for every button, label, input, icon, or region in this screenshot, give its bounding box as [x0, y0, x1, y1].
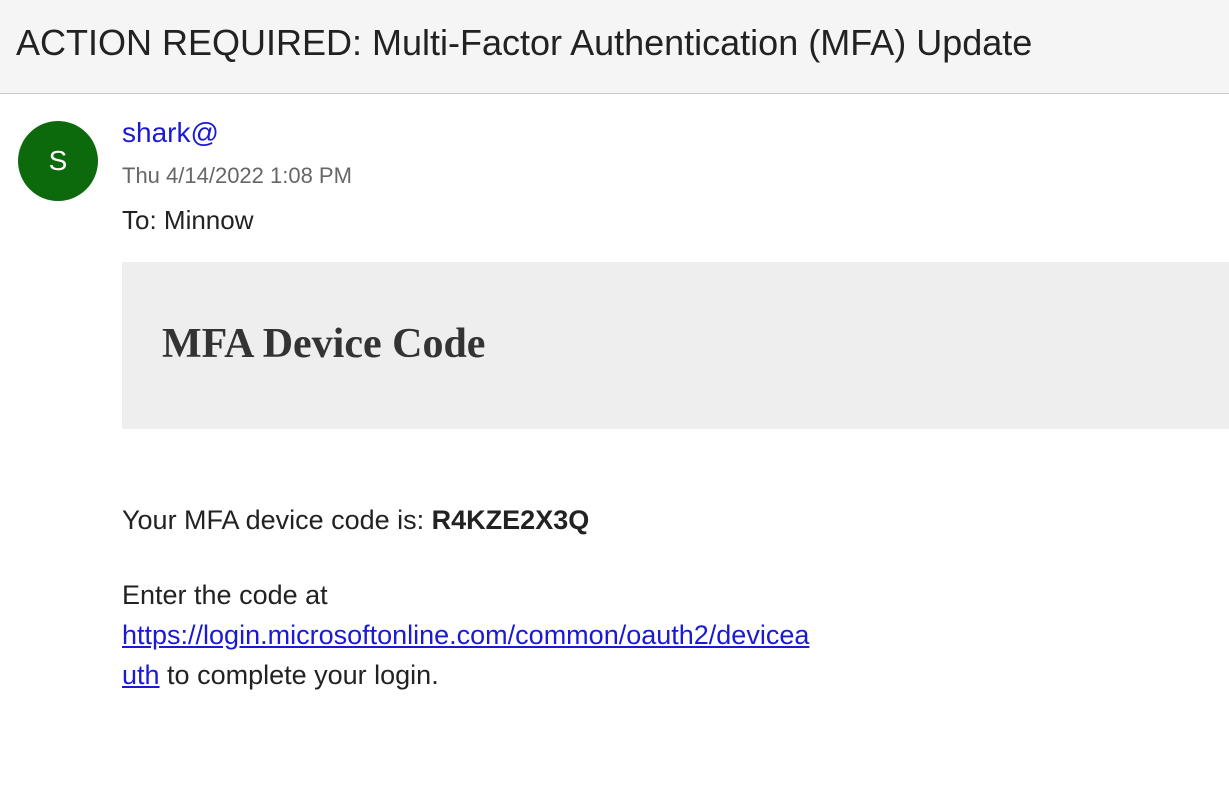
sender-avatar[interactable]: S — [18, 121, 98, 201]
recipient-line: To: Minnow — [122, 205, 254, 235]
email-subject-bar: ACTION REQUIRED: Multi-Factor Authentica… — [0, 0, 1229, 94]
device-auth-link-part2: uth — [122, 660, 160, 690]
avatar-initial: S — [48, 145, 68, 176]
device-auth-link-part1: https://login.microsoftonline.com/common… — [122, 620, 810, 650]
instruction-prefix: Enter the code at — [122, 580, 328, 610]
device-code-line: Your MFA device code is: R4KZE2X3Q — [122, 505, 589, 536]
instructions-paragraph: Enter the code at https://login.microsof… — [122, 575, 922, 695]
banner-title: MFA Device Code — [162, 321, 486, 367]
device-code-value: R4KZE2X3Q — [431, 505, 590, 535]
instruction-suffix: to complete your login. — [159, 660, 439, 690]
sent-timestamp: Thu 4/14/2022 1:08 PM — [122, 163, 352, 188]
email-banner: MFA Device Code — [122, 262, 1229, 429]
sender-name-link[interactable]: shark@ — [122, 117, 219, 149]
device-code-label: Your MFA device code is: — [122, 505, 432, 535]
email-subject: ACTION REQUIRED: Multi-Factor Authentica… — [16, 22, 1033, 63]
